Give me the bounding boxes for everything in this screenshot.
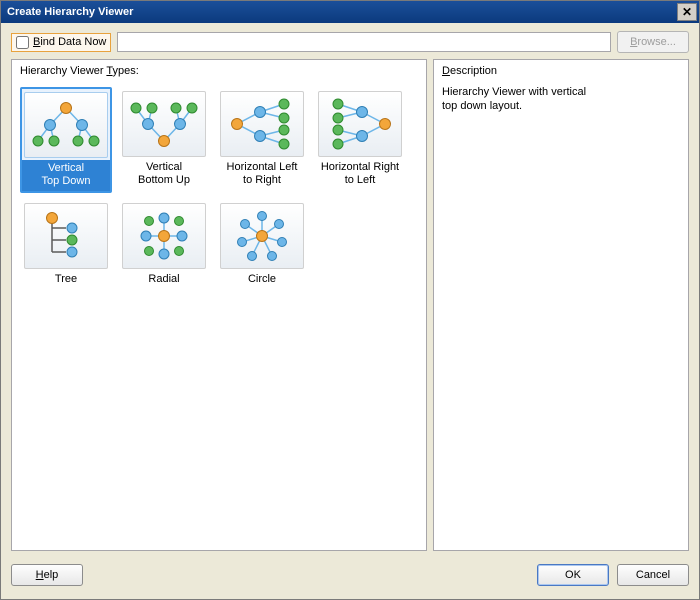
thumb-radial — [122, 203, 206, 269]
thumb-vertical-top-down — [24, 92, 108, 158]
description-panel-header: Description — [434, 60, 688, 81]
type-radial[interactable]: Radial — [118, 199, 210, 292]
bind-data-now-label: Bind Data Now — [33, 36, 106, 48]
tree-icon — [26, 206, 106, 266]
type-label: VerticalTop Down — [22, 160, 110, 191]
cancel-button[interactable]: Cancel — [617, 564, 689, 586]
types-grid: VerticalTop Down — [12, 81, 426, 298]
close-button[interactable]: ✕ — [677, 3, 697, 21]
type-label: VerticalBottom Up — [119, 159, 209, 190]
type-label: Radial — [119, 271, 209, 289]
type-horizontal-rtl[interactable]: Horizontal Rightto Left — [314, 87, 406, 193]
description-text: Hierarchy Viewer with vertical top down … — [434, 81, 688, 117]
dialog-title: Create Hierarchy Viewer — [7, 6, 133, 18]
ok-button[interactable]: OK — [537, 564, 609, 586]
type-circle[interactable]: Circle — [216, 199, 308, 292]
type-vertical-top-down[interactable]: VerticalTop Down — [20, 87, 112, 193]
create-hierarchy-viewer-dialog: Create Hierarchy Viewer ✕ Bind Data Now … — [0, 0, 700, 600]
thumb-horizontal-rtl — [318, 91, 402, 157]
circle-icon — [222, 206, 302, 266]
button-row: Help OK Cancel — [1, 557, 699, 599]
browse-button[interactable]: Browse... — [617, 31, 689, 53]
titlebar: Create Hierarchy Viewer ✕ — [1, 1, 699, 23]
radial-icon — [124, 206, 204, 266]
thumb-horizontal-ltr — [220, 91, 304, 157]
thumb-circle — [220, 203, 304, 269]
type-label: Horizontal Rightto Left — [315, 159, 405, 190]
description-panel: Description Hierarchy Viewer with vertic… — [433, 59, 689, 551]
thumb-vertical-bottom-up — [122, 91, 206, 157]
types-panel: Hierarchy Viewer Types: — [11, 59, 427, 551]
type-horizontal-ltr[interactable]: Horizontal Leftto Right — [216, 87, 308, 193]
vertical-top-down-icon — [26, 95, 106, 155]
type-label: Horizontal Leftto Right — [217, 159, 307, 190]
data-source-input[interactable] — [117, 32, 611, 52]
thumb-tree — [24, 203, 108, 269]
bind-data-now-checkbox[interactable]: Bind Data Now — [11, 33, 111, 52]
help-button[interactable]: Help — [11, 564, 83, 586]
type-tree[interactable]: Tree — [20, 199, 112, 292]
type-label: Tree — [21, 271, 111, 289]
horizontal-rtl-icon — [320, 94, 400, 154]
type-vertical-bottom-up[interactable]: VerticalBottom Up — [118, 87, 210, 193]
close-icon: ✕ — [682, 5, 692, 19]
bind-data-now-input[interactable] — [16, 36, 29, 49]
types-panel-header: Hierarchy Viewer Types: — [12, 60, 426, 81]
type-label: Circle — [217, 271, 307, 289]
bind-data-row: Bind Data Now Browse... — [1, 23, 699, 59]
horizontal-ltr-icon — [222, 94, 302, 154]
body: Hierarchy Viewer Types: — [1, 59, 699, 557]
vertical-bottom-up-icon — [124, 94, 204, 154]
